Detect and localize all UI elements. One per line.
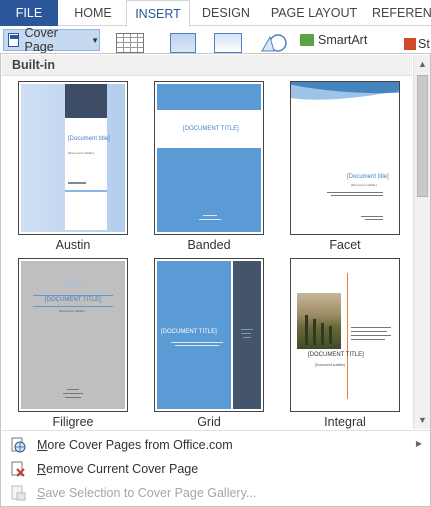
- save-to-gallery-icon: [11, 485, 26, 501]
- thumbnail-title: [DOCUMENT TITLE]: [45, 297, 101, 303]
- thumbnail-subtitle: [Document subtitle]: [351, 183, 377, 187]
- thumbnail-subtitle: [Document subtitle]: [59, 309, 85, 313]
- store-icon: [404, 38, 416, 50]
- online-pictures-icon[interactable]: [214, 33, 242, 53]
- scroll-up-icon[interactable]: ▲: [414, 56, 431, 72]
- template-name: Banded: [187, 238, 231, 252]
- save-selection-item: Save Selection to Cover Page Gallery...: [2, 481, 430, 505]
- template-name: Filigree: [52, 415, 94, 429]
- smartart-label: SmartArt: [318, 33, 368, 47]
- word-insert-window: FILE HOME INSERT DESIGN PAGE LAYOUT REFE…: [0, 0, 431, 507]
- template-filigree[interactable]: [DOCUMENT TITLE] [Document subtitle] Fil…: [18, 258, 128, 433]
- globe-icon: [11, 437, 26, 453]
- template-thumbnail[interactable]: [DOCUMENT TITLE] [Document subtitle]: [18, 258, 128, 412]
- thumbnail-subtitle: [Document subtitle]: [68, 151, 94, 155]
- store-label: St: [418, 37, 430, 51]
- template-austin[interactable]: [Document title] [Document subtitle] Aus…: [18, 81, 128, 256]
- cover-page-label: Cover Page: [24, 26, 58, 54]
- template-name: Facet: [329, 238, 361, 252]
- ribbon-insert-content: Cover Page ▼ SmartArt St: [0, 26, 431, 55]
- remove-cover-page-item[interactable]: Remove Current Cover Page: [2, 457, 430, 481]
- thumbnail-title: [Document title]: [68, 136, 110, 142]
- tab-design[interactable]: DESIGN: [194, 0, 258, 26]
- cover-page-gallery-dropdown: Built-in [Document title] [Document subt…: [0, 53, 431, 507]
- more-cover-pages-item[interactable]: More Cover Pages from Office.com ▶: [2, 433, 430, 457]
- remove-page-icon: [11, 461, 25, 477]
- gallery-section-header: Built-in: [2, 55, 412, 76]
- template-thumbnail[interactable]: [Document title] [Document subtitle]: [290, 81, 400, 235]
- template-banded[interactable]: [DOCUMENT TITLE] Banded: [154, 81, 264, 256]
- thumbnail-title: [DOCUMENT TITLE]: [308, 352, 364, 358]
- cover-page-icon: [8, 33, 20, 47]
- thumbnail-photo: [297, 293, 341, 349]
- thumbnail-title: [DOCUMENT TITLE]: [161, 329, 217, 335]
- tab-insert[interactable]: INSERT: [126, 0, 190, 27]
- pictures-icon[interactable]: [170, 33, 196, 53]
- tab-references[interactable]: REFERENC: [372, 0, 431, 26]
- template-name: Grid: [197, 415, 221, 429]
- template-thumbnail[interactable]: [DOCUMENT TITLE] [Document subtitle]: [290, 258, 400, 412]
- scroll-down-icon[interactable]: ▼: [414, 412, 431, 428]
- thumbnail-title: [Document title]: [347, 174, 389, 180]
- tab-page-layout[interactable]: PAGE LAYOUT: [262, 0, 366, 26]
- store-button[interactable]: St: [404, 37, 430, 51]
- template-name: Integral: [324, 415, 366, 429]
- submenu-arrow-icon: ▶: [415, 439, 422, 448]
- template-grid[interactable]: [DOCUMENT TITLE] Grid: [154, 258, 264, 433]
- ribbon-tab-bar: FILE HOME INSERT DESIGN PAGE LAYOUT REFE…: [0, 0, 431, 27]
- template-thumbnail[interactable]: [DOCUMENT TITLE]: [154, 258, 264, 412]
- thumbnail-title: [DOCUMENT TITLE]: [183, 126, 239, 132]
- shapes-icon[interactable]: [260, 33, 288, 53]
- template-thumbnail[interactable]: [Document title] [Document subtitle]: [18, 81, 128, 235]
- smartart-button[interactable]: SmartArt: [300, 33, 367, 47]
- template-facet[interactable]: [Document title] [Document subtitle] Fac…: [290, 81, 400, 256]
- smartart-icon: [300, 34, 314, 46]
- tab-file[interactable]: FILE: [0, 0, 58, 26]
- scrollbar-thumb[interactable]: [417, 75, 428, 197]
- cover-page-menu: More Cover Pages from Office.com ▶ Remov…: [2, 430, 430, 506]
- table-icon[interactable]: [116, 33, 144, 53]
- thumbnail-subtitle: [Document subtitle]: [315, 363, 345, 367]
- cover-page-button[interactable]: Cover Page ▼: [3, 26, 100, 54]
- gallery-thumbnails: [Document title] [Document subtitle] Aus…: [1, 78, 413, 429]
- template-name: Austin: [55, 238, 91, 252]
- filigree-ornament: [63, 280, 85, 288]
- template-thumbnail[interactable]: [DOCUMENT TITLE]: [154, 81, 264, 235]
- chevron-down-icon: ▼: [91, 35, 99, 45]
- gallery-scrollbar[interactable]: ▲ ▼: [413, 55, 430, 429]
- template-integral[interactable]: [DOCUMENT TITLE] [Document subtitle] Int…: [290, 258, 400, 433]
- tab-home[interactable]: HOME: [62, 0, 124, 26]
